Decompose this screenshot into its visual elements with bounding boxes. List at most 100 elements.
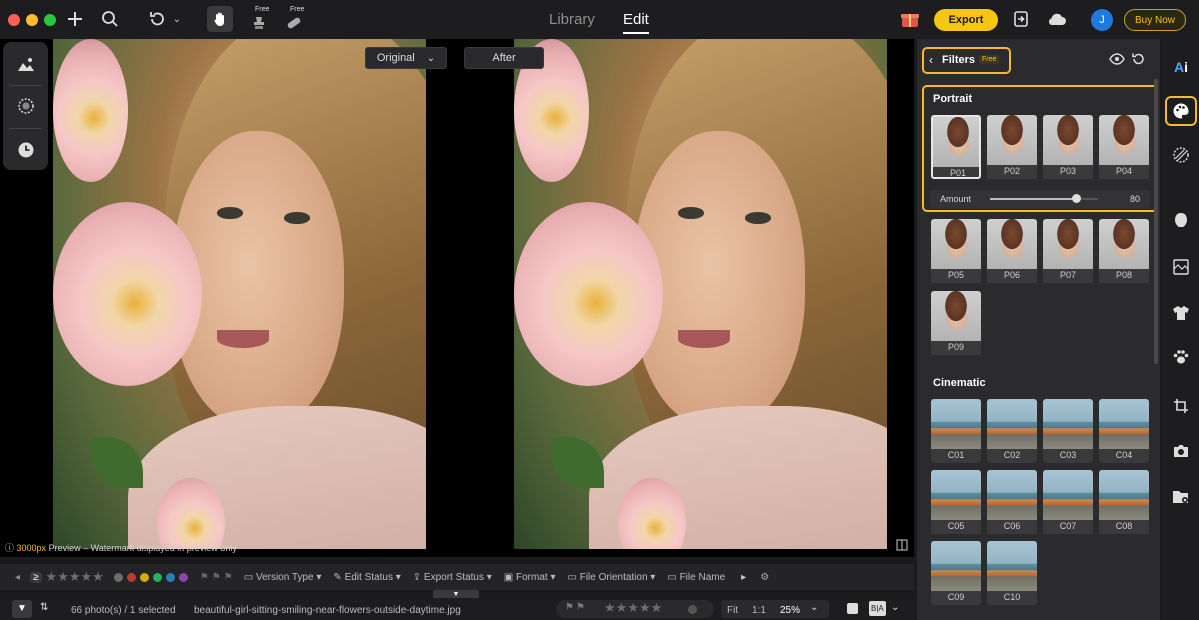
one-to-one-button[interactable]: 1:1 — [752, 605, 766, 616]
filter-label: P02 — [1003, 166, 1020, 176]
hand-tool-icon[interactable] — [207, 6, 233, 32]
filter-thumb-c06[interactable]: C06 — [987, 470, 1037, 534]
texture-tool-icon[interactable] — [14, 94, 38, 118]
stamp-tool-icon[interactable] — [248, 12, 270, 34]
back-chevron-icon[interactable]: ‹ — [929, 53, 933, 67]
export-button[interactable]: Export — [934, 9, 998, 31]
single-view-icon[interactable] — [847, 603, 858, 614]
clothing-icon[interactable] — [1169, 301, 1193, 325]
image-canvas[interactable]: Original ⌄ After — [0, 39, 914, 557]
original-label: Original — [376, 52, 415, 64]
filter-thumb-p09[interactable]: P09 — [931, 291, 981, 355]
color-label-filter[interactable] — [113, 572, 188, 582]
prev-arrow-icon[interactable]: ◂ — [15, 572, 20, 583]
rating-compare-button[interactable]: ≥ — [30, 571, 42, 583]
reset-icon[interactable] — [1131, 52, 1145, 69]
filter-thumb-c02[interactable]: C02 — [987, 399, 1037, 463]
bandage-tool-icon[interactable] — [283, 12, 305, 34]
edit-status-filter[interactable]: ✎ Edit Status ▾ — [333, 572, 400, 583]
filter-thumb-c07[interactable]: C07 — [1043, 470, 1093, 534]
close-window-button[interactable] — [8, 14, 20, 26]
filter-funnel-icon[interactable]: ▼ — [12, 600, 32, 618]
rating-filter[interactable]: ★★★★★ — [46, 569, 104, 585]
file-name-filter[interactable]: ▭ File Name — [667, 572, 725, 583]
color-dot[interactable] — [139, 572, 149, 582]
filter-thumb-c01[interactable]: C01 — [931, 399, 981, 463]
filter-settings-icon[interactable]: ⚙ — [760, 572, 769, 583]
color-dot[interactable] — [152, 572, 162, 582]
filter-preview-image — [1043, 219, 1093, 269]
search-icon[interactable] — [99, 8, 121, 30]
file-orientation-filter[interactable]: ▭ File Orientation ▾ — [567, 572, 655, 583]
zoom-window-button[interactable] — [44, 14, 56, 26]
zoom-chevron-icon[interactable]: ⌄ — [810, 602, 818, 613]
filter-thumb-p01[interactable]: P01 — [931, 115, 981, 179]
sort-icon[interactable]: ⇅ — [40, 602, 48, 613]
background-icon[interactable] — [1169, 255, 1193, 279]
avatar[interactable]: J — [1091, 9, 1113, 31]
crop-icon[interactable] — [1169, 394, 1193, 418]
filter-thumb-p02[interactable]: P02 — [987, 115, 1037, 179]
quick-rating-stars[interactable]: ★★★★★ — [604, 600, 662, 616]
history-clock-icon[interactable] — [14, 138, 38, 162]
filter-thumb-p03[interactable]: P03 — [1043, 115, 1093, 179]
filter-thumb-p05[interactable]: P05 — [931, 219, 981, 283]
fit-button[interactable]: Fit — [727, 605, 738, 616]
panel-scrollbar[interactable] — [1154, 79, 1158, 364]
filter-preview-image — [1043, 399, 1093, 449]
pet-paw-icon[interactable] — [1169, 345, 1193, 369]
original-select[interactable]: Original ⌄ — [365, 47, 447, 69]
filter-thumb-c04[interactable]: C04 — [1099, 399, 1149, 463]
folder-preview-icon[interactable] — [1169, 485, 1193, 509]
palette-icon[interactable] — [1169, 99, 1193, 123]
undo-icon[interactable] — [146, 8, 168, 30]
next-arrow-icon[interactable]: ▸ — [741, 572, 746, 583]
camera-icon[interactable] — [1169, 439, 1193, 463]
filter-thumb-p04[interactable]: P04 — [1099, 115, 1149, 179]
buy-now-button[interactable]: Buy Now — [1124, 9, 1186, 31]
filter-preview-image — [1043, 115, 1093, 165]
cloud-icon[interactable] — [1046, 8, 1068, 30]
color-dot[interactable] — [126, 572, 136, 582]
tab-edit[interactable]: Edit — [623, 11, 649, 34]
before-after-button[interactable]: B|A — [869, 601, 886, 616]
filter-thumb-p06[interactable]: P06 — [987, 219, 1037, 283]
undo-history-chevron-icon[interactable]: ⌄ — [170, 8, 184, 30]
color-dot[interactable] — [178, 572, 188, 582]
version-type-filter[interactable]: ▭ Version Type ▾ — [244, 572, 322, 583]
quick-flag-icons[interactable]: ⚑⚑ — [565, 602, 587, 613]
view-mode-chevron-icon[interactable]: ⌄ — [891, 602, 899, 613]
format-filter[interactable]: ▣ Format ▾ — [504, 572, 556, 583]
face-retouch-icon[interactable] — [1169, 209, 1193, 233]
add-icon[interactable] — [64, 8, 86, 30]
filter-preview-image — [987, 219, 1037, 269]
ai-landscape-icon[interactable] — [14, 52, 38, 76]
filter-thumb-c08[interactable]: C08 — [1099, 470, 1149, 534]
quick-color-dot[interactable] — [688, 605, 697, 614]
filter-thumb-p07[interactable]: P07 — [1043, 219, 1093, 283]
export-status-label: Export Status — [423, 571, 484, 583]
filter-thumb-c05[interactable]: C05 — [931, 470, 981, 534]
color-dot[interactable] — [113, 572, 123, 582]
filter-thumb-p08[interactable]: P08 — [1099, 219, 1149, 283]
minimize-window-button[interactable] — [26, 14, 38, 26]
amount-slider-track[interactable] — [990, 194, 1098, 203]
texture-icon[interactable] — [1169, 143, 1193, 167]
filter-preview-image — [1099, 115, 1149, 165]
split-view-icon[interactable] — [896, 539, 908, 554]
amount-slider-thumb[interactable] — [1071, 194, 1081, 203]
export-status-filter[interactable]: ⇪ Export Status ▾ — [413, 572, 492, 583]
color-dot[interactable] — [165, 572, 175, 582]
preview-eye-icon[interactable] — [1109, 52, 1125, 69]
filter-thumb-c03[interactable]: C03 — [1043, 399, 1093, 463]
filter-thumb-c10[interactable]: C10 — [987, 541, 1037, 605]
share-panel-icon[interactable] — [1010, 8, 1032, 30]
tab-library[interactable]: Library — [549, 11, 595, 28]
ai-icon[interactable]: Ai — [1169, 55, 1193, 79]
filter-thumb-c09[interactable]: C09 — [931, 541, 981, 605]
cinematic-section-title: Cinematic — [933, 377, 986, 389]
file-orientation-label: File Orientation — [579, 571, 648, 583]
zoom-level[interactable]: 25% — [780, 605, 800, 616]
flag-filter-icons[interactable]: ⚑⚑⚑ — [200, 572, 236, 583]
gift-icon[interactable] — [899, 8, 921, 30]
